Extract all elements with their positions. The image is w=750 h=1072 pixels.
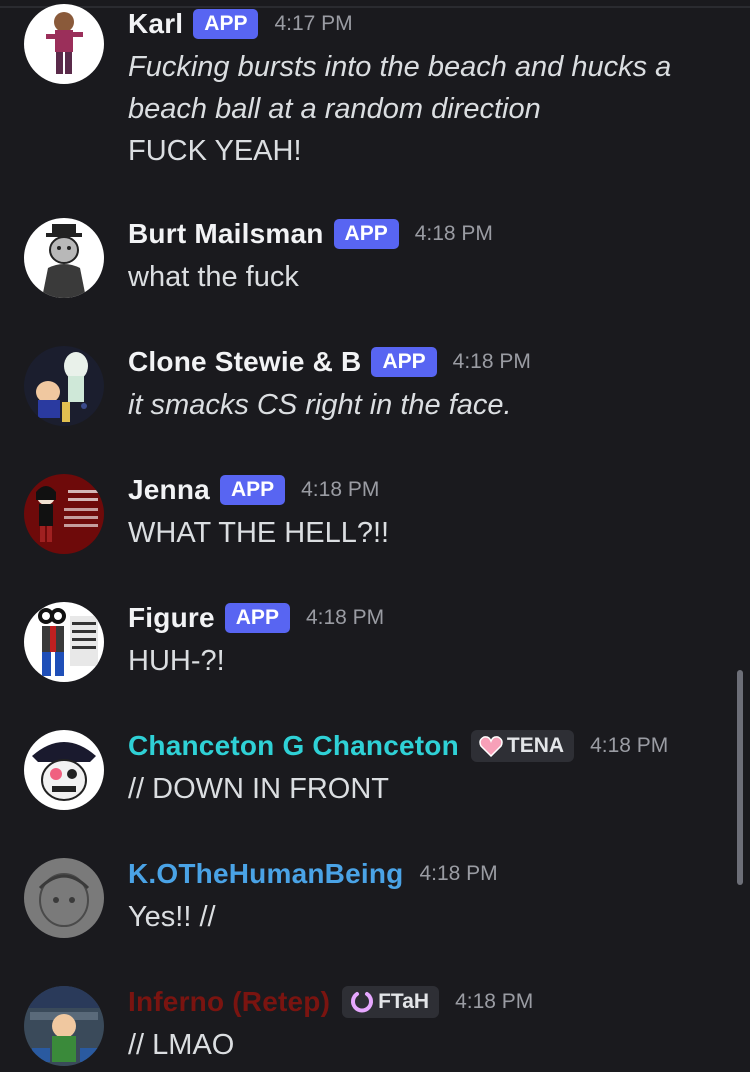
avatar[interactable] [24,602,104,682]
username[interactable]: Jenna [128,474,210,506]
message-header: Jenna APP 4:18 PM [128,470,379,510]
message-line: Yes!! // [128,901,216,933]
message-header: Figure APP 4:18 PM [128,598,384,638]
username[interactable]: K.OTheHumanBeing [128,858,403,890]
pink-heart-icon [479,735,503,757]
tag-label: FTaH [378,990,430,1013]
avatar[interactable] [24,474,104,554]
purple-ring-icon [350,990,374,1014]
message-content: // LMAO [128,1024,234,1066]
message-header: K.OTheHumanBeing 4:18 PM [128,854,498,894]
message-header: Chanceton G Chanceton TENA 4:18 PM [128,726,668,766]
message-line: // DOWN IN FRONT [128,773,389,805]
tag-label: TENA [506,734,565,757]
scrollbar-thumb[interactable] [737,670,743,885]
message-line: WHAT THE HELL?!! [128,517,390,549]
message-content: // DOWN IN FRONT [128,768,389,810]
divider [0,6,750,8]
server-tag-badge[interactable]: FTaH [342,986,440,1018]
avatar[interactable] [24,986,104,1066]
app-badge: APP [224,603,290,633]
timestamp: 4:17 PM [274,12,353,35]
message-line: // LMAO [128,1029,235,1061]
username[interactable]: Clone Stewie & B [128,346,361,378]
avatar[interactable] [24,730,104,810]
message-header: Karl APP 4:17 PM [128,4,353,44]
message-header: Burt Mailsman APP 4:18 PM [128,214,493,254]
message-content: Fucking bursts into the beach and hucks … [128,46,671,172]
avatar[interactable] [24,4,104,84]
message-content: HUH-?! [128,640,225,682]
app-badge: APP [371,347,437,377]
message-content: what the fuck [128,256,299,298]
username[interactable]: Figure [128,602,215,634]
chat-message-list[interactable]: Karl APP 4:17 PM Fucking bursts into the… [0,0,750,1072]
message-line: it smacks CS right in the face. [128,389,512,421]
username[interactable]: Inferno (Retep) [128,986,330,1018]
message-header: Clone Stewie & B APP 4:18 PM [128,342,531,382]
username[interactable]: Karl [128,8,183,40]
message-line: Fucking bursts into the beach and hucks … [128,51,672,83]
timestamp: 4:18 PM [452,350,531,373]
timestamp: 4:18 PM [590,734,669,757]
message-line: FUCK YEAH! [128,135,302,167]
message-content: Yes!! // [128,896,216,938]
message-line: HUH-?! [128,645,225,677]
avatar[interactable] [24,346,104,426]
app-badge: APP [333,219,399,249]
avatar[interactable] [24,218,104,298]
app-badge: APP [219,475,286,505]
message-content: WHAT THE HELL?!! [128,512,389,554]
app-badge: APP [193,9,259,39]
timestamp: 4:18 PM [419,862,498,885]
avatar[interactable] [24,858,104,938]
message-line: beach ball at a random direction [128,93,541,125]
timestamp: 4:18 PM [305,606,385,629]
username[interactable]: Burt Mailsman [128,218,324,250]
server-tag-badge[interactable]: TENA [470,730,575,762]
message-content: it smacks CS right in the face. [128,384,512,426]
timestamp: 4:18 PM [455,990,534,1013]
message-header: Inferno (Retep) FTaH 4:18 PM [128,982,533,1022]
message-line: what the fuck [128,261,299,293]
timestamp: 4:18 PM [414,222,493,245]
timestamp: 4:18 PM [301,478,380,501]
username[interactable]: Chanceton G Chanceton [128,730,459,762]
